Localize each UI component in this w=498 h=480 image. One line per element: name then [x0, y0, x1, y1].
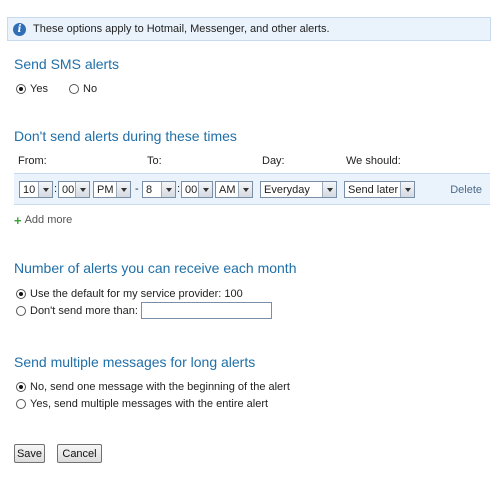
- monthly-limit-input[interactable]: [141, 302, 272, 319]
- monthly-limit-radio[interactable]: [16, 306, 26, 316]
- long-single-option[interactable]: No, send one message with the beginning …: [16, 381, 290, 393]
- range-dash: -: [135, 183, 139, 195]
- from-ampm-select[interactable]: PM: [93, 181, 131, 198]
- long-multiple-label[interactable]: Yes, send multiple messages with the ent…: [30, 398, 268, 410]
- monthly-default-label[interactable]: Use the default for my service provider:…: [30, 288, 243, 300]
- info-text: These options apply to Hotmail, Messenge…: [33, 23, 330, 35]
- from-hour-select[interactable]: 10: [19, 181, 53, 198]
- sms-no-option[interactable]: No: [69, 83, 97, 95]
- to-column-label: To:: [147, 155, 162, 167]
- quiet-time-row: 10 : 00 PM - 8 : 00 AM Everyday Send lat…: [14, 173, 490, 205]
- chevron-down-icon[interactable]: [400, 182, 414, 197]
- from-column-label: From:: [18, 155, 47, 167]
- add-more-label[interactable]: Add more: [25, 214, 73, 226]
- from-time-separator: :: [54, 183, 58, 195]
- info-icon: i: [13, 22, 26, 36]
- sms-yes-label[interactable]: Yes: [30, 83, 48, 95]
- chevron-down-icon[interactable]: [198, 182, 212, 197]
- to-minute-select[interactable]: 00: [181, 181, 213, 198]
- sms-yes-radio[interactable]: [16, 84, 26, 94]
- action-select[interactable]: Send later: [344, 181, 415, 198]
- from-hour-value: 10: [23, 183, 36, 196]
- long-multiple-radio[interactable]: [16, 399, 26, 409]
- to-hour-value: 8: [146, 183, 153, 196]
- to-minute-value: 00: [185, 183, 198, 196]
- from-minute-value: 00: [62, 183, 75, 196]
- long-alerts-heading: Send multiple messages for long alerts: [14, 354, 256, 370]
- info-bar: i These options apply to Hotmail, Messen…: [7, 17, 491, 41]
- monthly-default-radio[interactable]: [16, 289, 26, 299]
- quiet-heading: Don't send alerts during these times: [14, 128, 237, 144]
- action-column-label: We should:: [346, 155, 401, 167]
- monthly-limit-label[interactable]: Don't send more than:: [30, 305, 138, 317]
- day-value: Everyday: [264, 183, 310, 196]
- plus-icon: +: [14, 212, 22, 228]
- chevron-down-icon[interactable]: [116, 182, 130, 197]
- day-column-label: Day:: [262, 155, 285, 167]
- sms-heading: Send SMS alerts: [14, 56, 120, 72]
- monthly-default-option[interactable]: Use the default for my service provider:…: [16, 288, 243, 300]
- to-time-separator: :: [177, 183, 181, 195]
- chevron-down-icon[interactable]: [38, 182, 52, 197]
- long-single-label[interactable]: No, send one message with the beginning …: [30, 381, 290, 393]
- long-single-radio[interactable]: [16, 382, 26, 392]
- to-hour-select[interactable]: 8: [142, 181, 176, 198]
- to-ampm-select[interactable]: AM: [215, 181, 253, 198]
- save-button[interactable]: Save: [14, 444, 45, 463]
- chevron-down-icon[interactable]: [322, 182, 336, 197]
- monthly-heading: Number of alerts you can receive each mo…: [14, 260, 297, 276]
- from-minute-select[interactable]: 00: [58, 181, 90, 198]
- add-more-link[interactable]: + Add more: [14, 212, 73, 228]
- chevron-down-icon[interactable]: [161, 182, 175, 197]
- cancel-button[interactable]: Cancel: [57, 444, 102, 463]
- monthly-limit-option[interactable]: Don't send more than:: [16, 305, 138, 317]
- chevron-down-icon[interactable]: [238, 182, 252, 197]
- day-select[interactable]: Everyday: [260, 181, 337, 198]
- sms-no-label[interactable]: No: [83, 83, 97, 95]
- action-value: Send later: [348, 183, 399, 196]
- sms-yes-option[interactable]: Yes: [16, 83, 48, 95]
- chevron-down-icon[interactable]: [75, 182, 89, 197]
- sms-no-radio[interactable]: [69, 84, 79, 94]
- to-ampm-value: AM: [219, 183, 236, 196]
- from-ampm-value: PM: [97, 183, 114, 196]
- delete-link[interactable]: Delete: [450, 184, 482, 196]
- long-multiple-option[interactable]: Yes, send multiple messages with the ent…: [16, 398, 268, 410]
